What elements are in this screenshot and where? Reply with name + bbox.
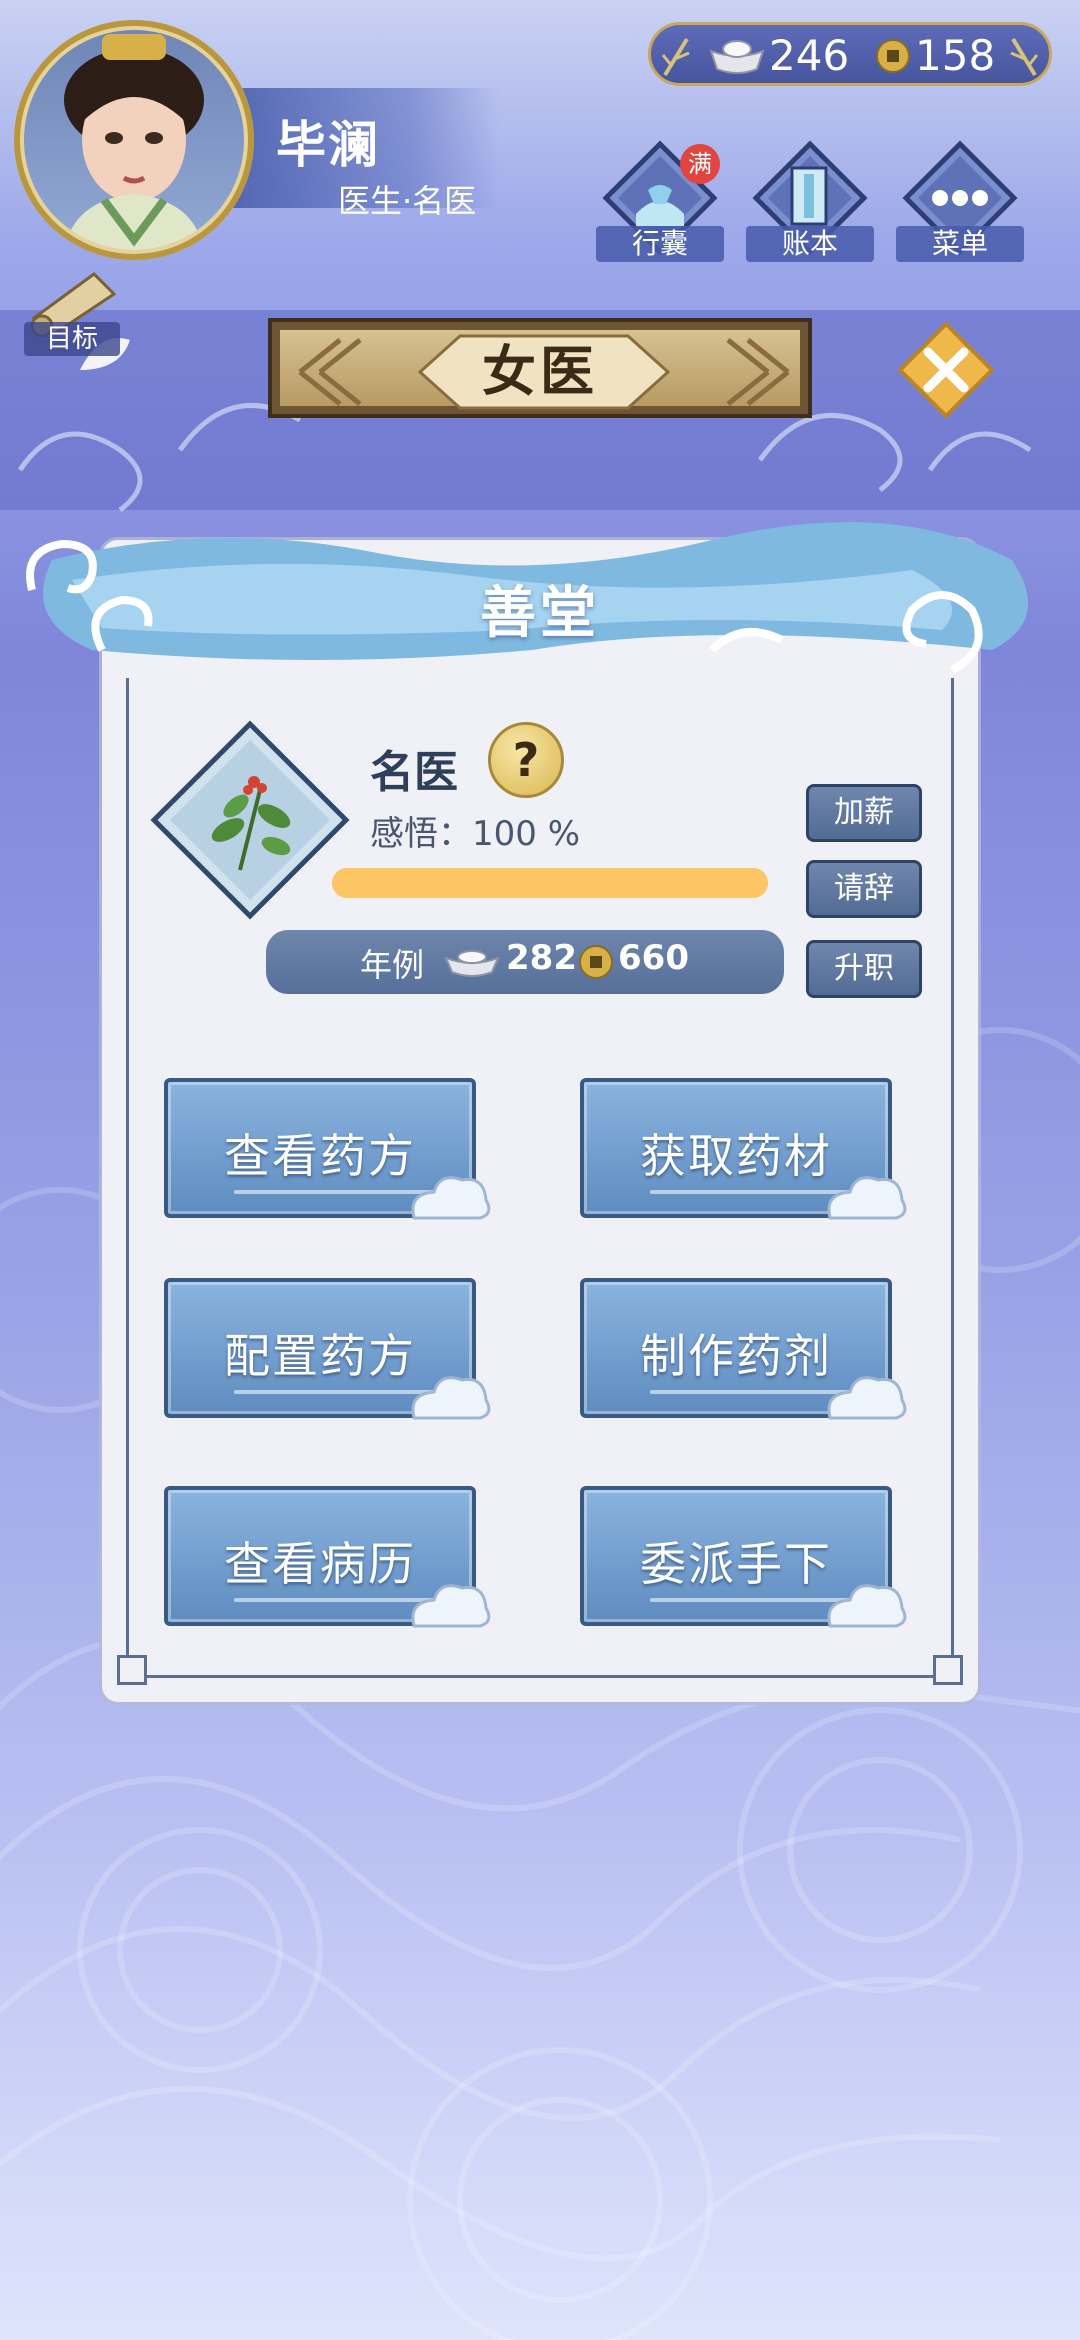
ledger-button[interactable]: 账本 (746, 140, 874, 262)
close-button[interactable] (896, 320, 996, 420)
bamboo-icon (661, 37, 690, 77)
goal-label: 目标 (24, 322, 120, 356)
menu-button[interactable]: 菜单 (896, 140, 1024, 262)
get-herbs-button[interactable]: 获取药材 (580, 1078, 907, 1220)
player-title: 医生·名医 (338, 182, 477, 220)
panel-title: 善堂 (480, 581, 600, 646)
bamboo-icon (1010, 37, 1039, 77)
coin-amount: 158 (915, 31, 996, 80)
assign-subordinate-button[interactable]: 委派手下 (580, 1486, 907, 1628)
view-prescriptions-button[interactable]: 查看药方 (164, 1078, 491, 1220)
player-name: 毕澜 (276, 116, 380, 174)
close-icon (897, 321, 995, 419)
insight-progress-fill (332, 868, 768, 898)
character-portrait-icon (64, 34, 204, 250)
help-button[interactable]: ? (488, 722, 564, 798)
insight-text: 感悟：100 % (370, 814, 581, 854)
rank-name: 名医 (370, 747, 458, 798)
goal-button[interactable]: 目标 (14, 268, 124, 358)
copper-coin-icon (579, 945, 613, 979)
configure-prescription-button[interactable]: 配置药方 (164, 1278, 491, 1420)
raise-salary-button[interactable]: 加薪 (806, 784, 922, 842)
salary-bar: 年例 282 660 (266, 930, 784, 994)
bag-full-badge: 满 (680, 144, 720, 184)
silver-amount: 246 (769, 31, 850, 80)
menu-label: 菜单 (896, 226, 1024, 262)
cloud-icon (411, 1176, 491, 1220)
copper-coin-icon (876, 39, 910, 73)
salary-label: 年例 (360, 946, 425, 984)
insight-progress-bar (332, 868, 768, 898)
cloud-icon (411, 1584, 491, 1628)
salary-coins: 660 (618, 938, 689, 978)
cloud-icon (827, 1376, 907, 1420)
salary-silver: 282 (506, 938, 577, 978)
make-medicine-button[interactable]: 制作药剂 (580, 1278, 907, 1420)
ledger-label: 账本 (746, 226, 874, 262)
bag-button[interactable]: 满 行囊 (596, 140, 724, 262)
view-medical-records-button[interactable]: 查看病历 (164, 1486, 491, 1628)
promote-button[interactable]: 升职 (806, 940, 922, 998)
avatar[interactable] (24, 30, 244, 250)
herb-icon (150, 720, 350, 920)
cloud-icon (827, 1584, 907, 1628)
silver-ingot-icon (444, 950, 500, 977)
title-plaque: 女医 (268, 318, 812, 418)
currency-bar: 246 158 (648, 22, 1052, 86)
cloud-icon (827, 1176, 907, 1220)
page-title: 女医 (482, 340, 598, 403)
cloud-icon (411, 1376, 491, 1420)
silver-ingot-icon (709, 40, 765, 74)
resign-button[interactable]: 请辞 (806, 860, 922, 918)
bag-label: 行囊 (596, 226, 724, 262)
